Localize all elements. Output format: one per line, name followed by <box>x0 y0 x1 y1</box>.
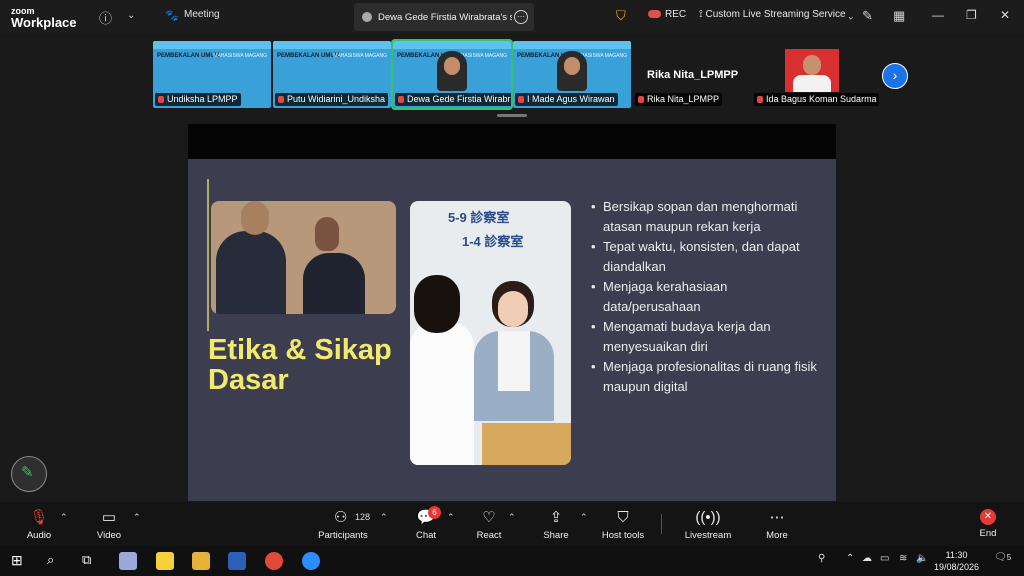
apps-grid-icon[interactable]: ▦ <box>893 8 905 24</box>
chevron-down-icon: ⌄ <box>848 9 854 20</box>
participant-avatar[interactable] <box>785 49 839 92</box>
cloud-icon[interactable]: ☁ <box>862 553 872 564</box>
participant-name: Putu Widiarini_Undiksha <box>275 93 389 106</box>
participant-tile[interactable]: PEMBEKALAN UMUM MAHASISWA MAGANG I Made … <box>513 41 631 108</box>
share-tab-label: Dewa Gede Firstia Wirabrata's screen <box>378 12 512 23</box>
recording-indicator[interactable]: REC <box>648 9 686 20</box>
zoom-app-icon[interactable] <box>302 552 320 570</box>
minimize-button[interactable]: — <box>932 8 944 22</box>
microphone-muted-icon: 🎙 <box>29 509 49 526</box>
list-item: Bersikap sopan dan menghormati atasan ma… <box>591 197 821 237</box>
chevron-up-icon[interactable]: ⌃ <box>508 512 516 523</box>
slide-bullet-list: Bersikap sopan dan menghormati atasan ma… <box>591 197 821 397</box>
end-meeting-button[interactable]: ✕ End <box>975 509 1001 539</box>
task-view-icon[interactable]: ⧉ <box>82 552 91 568</box>
live-stream-status[interactable]: ⟟ Custom Live Streaming Service ⌄ <box>699 9 853 20</box>
participants-count: 128 <box>355 512 371 522</box>
list-item: Mengamati budaya kerja dan menyesuaikan … <box>591 317 821 357</box>
search-icon[interactable]: ⌕ <box>47 552 54 568</box>
shield-icon[interactable]: ⛉ <box>616 8 626 24</box>
participant-name-display[interactable]: Rika Nita_LPMPP <box>647 69 738 81</box>
list-item: Menjaga kerahasiaan data/perusahaan <box>591 277 821 317</box>
participant-tile-active-speaker[interactable]: PEMBEKALAN UMUM MAHASISWA MAGANG Dewa Ge… <box>391 39 513 110</box>
battery-icon[interactable]: ▭ <box>880 553 889 564</box>
word-icon[interactable] <box>228 552 246 570</box>
title-bar: zoom Workplace ⓘ ⌄ 🐾 Meeting Dewa Gede F… <box>0 0 1024 34</box>
chrome-icon[interactable] <box>265 552 283 570</box>
heart-icon: ♡ <box>482 509 496 526</box>
chevron-up-icon[interactable]: ⌃ <box>60 512 68 523</box>
resize-handle[interactable] <box>497 114 527 117</box>
sticky-notes-icon[interactable] <box>156 552 174 570</box>
react-button[interactable]: ♡ React <box>474 509 504 541</box>
next-page-button[interactable]: › <box>882 63 908 89</box>
pencil-icon: ✎ <box>21 464 34 481</box>
zoom-logo: zoom Workplace <box>11 6 77 30</box>
list-item: Tepat waktu, konsisten, dan dapat dianda… <box>591 237 821 277</box>
notification-icon[interactable]: 🗨5 <box>994 552 1011 563</box>
wifi-icon[interactable]: ≋ <box>899 553 907 564</box>
participant-tile[interactable]: PEMBEKALAN UMUM MAHASISWA MAGANG Putu Wi… <box>273 41 391 108</box>
list-item: Menjaga profesionalitas di ruang fisik m… <box>591 357 821 397</box>
livestream-icon: ((•)) <box>695 509 721 526</box>
annotate-icon[interactable]: ✎ <box>862 8 873 24</box>
chevron-up-icon[interactable]: ⌃ <box>133 512 141 523</box>
participant-name: Undiksha LPMPP <box>155 93 241 106</box>
receptionist-photo: 5-9 診察室 1-4 診察室 <box>410 201 571 465</box>
shared-slide: 5-9 診察室 1-4 診察室 Etika & Sikap Dasar Bers… <box>188 159 836 501</box>
file-explorer-icon[interactable] <box>192 552 210 570</box>
chevron-down-icon[interactable]: ⌄ <box>127 10 135 21</box>
share-screen-icon: ⇪ <box>549 509 563 526</box>
more-options-icon[interactable]: ⋯ <box>514 10 528 24</box>
more-options-icon: ⋯ <box>769 509 785 526</box>
close-button[interactable]: ✕ <box>1000 8 1010 22</box>
avatar <box>362 12 372 22</box>
more-button[interactable]: ⋯ More <box>763 509 791 541</box>
chevron-up-icon[interactable]: ⌃ <box>846 553 854 564</box>
app-icon-network[interactable] <box>119 552 137 570</box>
participant-name: I Made Agus Wirawan <box>515 93 618 106</box>
meeting-label[interactable]: Meeting <box>184 9 220 20</box>
divider <box>207 179 209 331</box>
divider <box>661 514 662 534</box>
chevron-up-icon[interactable]: ⌃ <box>447 512 455 523</box>
cloud-record-icon <box>648 10 661 19</box>
person-icon[interactable]: ⚲ <box>818 553 825 564</box>
livestream-button[interactable]: ((•)) Livestream <box>684 509 732 541</box>
host-tools-button[interactable]: ⛉ Host tools <box>600 509 646 541</box>
participant-video <box>557 51 587 91</box>
participant-tile[interactable]: PEMBEKALAN UMUM MAHASISWA MAGANG Undiksh… <box>153 41 271 108</box>
participant-video <box>437 51 467 91</box>
participant-name: Rika Nita_LPMPP <box>635 93 723 106</box>
paw-icon: 🐾 <box>165 10 179 22</box>
share-screen-tab[interactable]: Dewa Gede Firstia Wirabrata's screen ⋯ <box>354 3 534 31</box>
share-button[interactable]: ⇪ Share <box>541 509 571 541</box>
meeting-toolbar: 🎙 Audio ⌃ ▭ Video ⌃ ⚇ Participants ⌃ 💬 C… <box>0 502 1024 546</box>
participant-name: Ida Bagus Koman Sudarma <box>754 93 879 106</box>
annotation-pen-button[interactable]: ✎ <box>11 456 47 492</box>
windows-start-icon[interactable]: ⊞ <box>11 552 23 569</box>
volume-icon[interactable]: 🔈 <box>916 553 928 564</box>
shield-icon: ⛉ <box>617 509 629 526</box>
shared-screen-top-bar <box>188 124 836 159</box>
chevron-up-icon[interactable]: ⌃ <box>580 512 588 523</box>
restore-button[interactable]: ❐ <box>966 8 977 22</box>
close-icon: ✕ <box>980 509 996 525</box>
business-handshake-photo <box>211 201 396 314</box>
system-clock[interactable]: 11:30 19/08/2026 <box>934 549 979 573</box>
participant-name: Dewa Gede Firstia Wirabrata <box>395 93 511 106</box>
chevron-up-icon[interactable]: ⌃ <box>380 512 388 523</box>
info-icon[interactable]: ⓘ <box>99 8 112 27</box>
chat-unread-badge: 6 <box>428 506 441 519</box>
slide-title: Etika & Sikap Dasar <box>208 334 392 396</box>
audio-button[interactable]: 🎙 Audio <box>22 509 56 541</box>
video-camera-icon: ▭ <box>101 509 117 526</box>
video-button[interactable]: ▭ Video <box>92 509 126 541</box>
